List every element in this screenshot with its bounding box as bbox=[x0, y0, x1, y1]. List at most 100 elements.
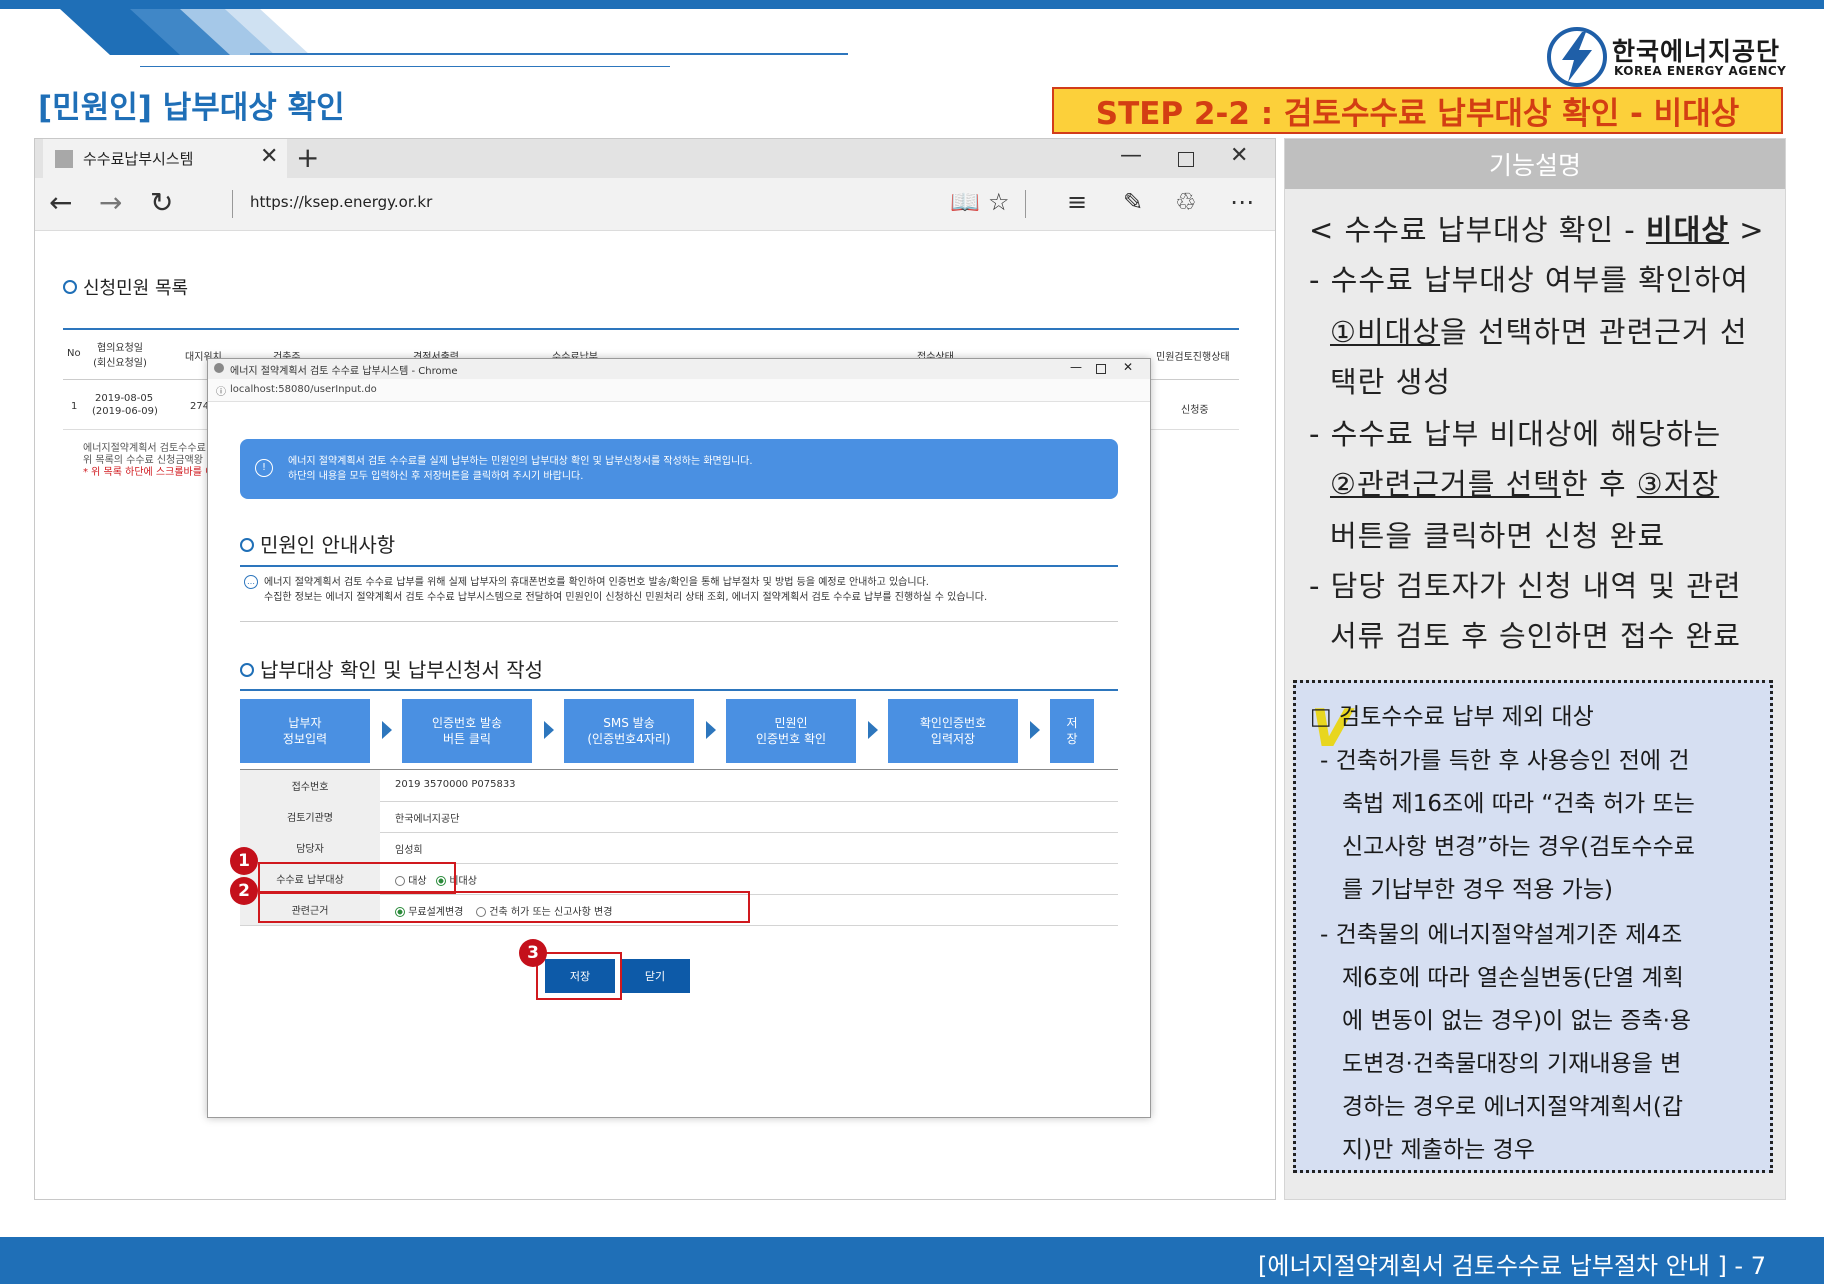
notice-line-2: 하단의 내용을 모두 입력하신 후 저장버튼을 클릭하여 주시기 바랍니다. bbox=[288, 471, 584, 482]
step-4: 민원인인증번호 확인 bbox=[726, 699, 856, 763]
col-header-progress: 민원검토진행상태 bbox=[1156, 352, 1230, 363]
section-form-title: 납부대상 확인 및 납부신청서 작성 bbox=[240, 654, 543, 683]
step-2: 인증번호 발송 버튼 클릭 bbox=[402, 699, 532, 763]
step-arrow-icon bbox=[382, 721, 392, 739]
tab-bar: 수수료납부시스템 ✕ + — ✕ bbox=[35, 139, 1275, 178]
list-note-3: * 위 목록 하단에 스크롤바를 이 bbox=[83, 467, 215, 478]
notice-text: 에너지 절약계획서 검토 수수료를 실제 납부하는 민원인의 납부대상 확인 및… bbox=[288, 454, 753, 484]
field-value: 한국에너지공단 bbox=[395, 814, 460, 825]
panel-line-9: 서류 검토 후 승인하면 접수 완료 bbox=[1330, 619, 1741, 653]
guide-icon: … bbox=[244, 575, 258, 589]
exclusion-line-2: 축법 제16조에 따라 “건축 허가 또는 bbox=[1342, 791, 1695, 817]
field-label: 검토기관명 bbox=[240, 801, 380, 832]
step-label: STEP 2-2 : 검토수수료 납부대상 확인 - 비대상 bbox=[1095, 96, 1740, 132]
hub-icon[interactable]: ≡ bbox=[1067, 188, 1087, 216]
favorite-star-icon[interactable]: ☆ bbox=[988, 188, 1010, 216]
panel-line-1-pre: < 수수료 납부대상 확인 - bbox=[1309, 213, 1646, 247]
page-title: [민원인] 납부대상 확인 bbox=[38, 90, 345, 126]
description-panel: 기능설명 < 수수료 납부대상 확인 - 비대상 > - 수수료 납부대상 여부… bbox=[1285, 139, 1785, 1199]
panel-line-1-post: > bbox=[1729, 213, 1765, 247]
web-note-icon[interactable]: ✎ bbox=[1123, 188, 1143, 216]
step-4-l1: 민원인 bbox=[774, 716, 808, 730]
exclusion-line-8: 도변경·건축물대장의 기재내용을 변 bbox=[1342, 1051, 1682, 1077]
step-3-l2: (인증번호4자리) bbox=[587, 732, 671, 746]
favicon-icon bbox=[55, 150, 73, 168]
share-icon[interactable]: ♲ bbox=[1175, 188, 1197, 216]
step-2-l1: 인증번호 발송 bbox=[431, 716, 503, 730]
step-arrow-icon bbox=[868, 721, 878, 739]
step-5-l2: 입력저장 bbox=[930, 732, 976, 746]
reading-view-icon[interactable]: 📖 bbox=[950, 188, 980, 216]
marker-1: 1 bbox=[230, 847, 258, 875]
step-5-l1: 확인인증번호 bbox=[919, 716, 987, 730]
step-6-l2: 장 bbox=[1066, 732, 1078, 746]
browser-tab[interactable]: 수수료납부시스템 ✕ bbox=[43, 139, 287, 178]
step-6: 저장 bbox=[1050, 699, 1094, 763]
exclusion-line-6: 제6호에 따라 열손실변동(단열 계획 bbox=[1342, 965, 1684, 991]
section-form-text: 납부대상 확인 및 납부신청서 작성 bbox=[260, 658, 544, 682]
popup-window: 에너지 절약계획서 검토 수수료 납부시스템 - Chrome — ✕ ⓘ lo… bbox=[207, 358, 1151, 1118]
footer-bar: [에너지절약계획서 검토수수료 납부절차 안내 ] - 7 bbox=[0, 1237, 1824, 1284]
popup-addressbar: ⓘ localhost:58080/userInput.do bbox=[208, 379, 1150, 402]
field-label: 담당자 bbox=[240, 832, 380, 863]
step-arrow-icon bbox=[1030, 721, 1040, 739]
notice-icon: ! bbox=[255, 459, 273, 477]
panel-line-4: 택란 생성 bbox=[1330, 365, 1451, 399]
highlight-3 bbox=[536, 952, 622, 1000]
info-icon: ⓘ bbox=[216, 387, 226, 398]
header-decoration bbox=[60, 9, 310, 55]
panel-line-1: < 수수료 납부대상 확인 - 비대상 > bbox=[1309, 207, 1765, 249]
panel-line-2: - 수수료 납부대상 여부를 확인하여 bbox=[1309, 263, 1749, 297]
col-header-no: No bbox=[67, 348, 81, 359]
highlight-2 bbox=[258, 891, 750, 923]
footer-text: [에너지절약계획서 검토수수료 납부절차 안내 ] - 7 bbox=[1258, 1252, 1766, 1280]
header-rule-thin bbox=[140, 66, 670, 67]
field-manager: 담당자 임성희 bbox=[240, 832, 1118, 864]
section-form-rule bbox=[240, 689, 1118, 691]
field-agency: 검토기관명 한국에너지공단 bbox=[240, 801, 1118, 833]
step-6-l1: 저 bbox=[1066, 716, 1078, 730]
step-5: 확인인증번호입력저장 bbox=[888, 699, 1018, 763]
exclusion-line-1: - 건축허가를 득한 후 사용승인 전에 건 bbox=[1320, 748, 1690, 774]
exclusion-box: V □ 검토수수료 납부 제외 대상 - 건축허가를 득한 후 사용승인 전에 … bbox=[1293, 680, 1773, 1173]
popup-close-icon[interactable]: ✕ bbox=[1123, 360, 1133, 374]
popup-url: localhost:58080/userInput.do bbox=[230, 384, 377, 395]
back-icon[interactable]: ← bbox=[49, 186, 72, 219]
field-value: 임성희 bbox=[395, 845, 423, 856]
header-rule bbox=[250, 53, 848, 55]
field-label: 접수번호 bbox=[240, 770, 380, 801]
url-field[interactable]: https://ksep.energy.or.kr bbox=[250, 193, 432, 211]
new-tab-icon[interactable]: + bbox=[296, 141, 319, 174]
refresh-icon[interactable]: ↻ bbox=[150, 186, 173, 219]
logo-text-korean: 한국에너지공단 bbox=[1612, 37, 1781, 66]
window-close-icon[interactable]: ✕ bbox=[1230, 143, 1248, 168]
panel-heading-text: 기능설명 bbox=[1488, 151, 1581, 180]
address-bar: ← → ↻ https://ksep.energy.or.kr 📖 ☆ ≡ ✎ … bbox=[35, 178, 1275, 231]
kea-logo-icon bbox=[1547, 27, 1607, 87]
panel-heading: 기능설명 bbox=[1285, 139, 1785, 189]
minimize-icon[interactable]: — bbox=[1120, 143, 1142, 168]
step-1-l1: 납부자 bbox=[288, 716, 322, 730]
forward-icon[interactable]: → bbox=[99, 186, 122, 219]
exclusion-line-9: 경하는 경우로 에너지절약계획서(갑 bbox=[1342, 1094, 1683, 1120]
close-button[interactable]: 닫기 bbox=[620, 959, 690, 993]
more-icon[interactable]: ⋯ bbox=[1230, 188, 1254, 216]
notice-banner: ! 에너지 절약계획서 검토 수수료를 실제 납부하는 민원인의 납부대상 확인… bbox=[240, 439, 1118, 499]
step-banner: STEP 2-2 : 검토수수료 납부대상 확인 - 비대상 bbox=[1052, 87, 1783, 134]
tab-close-icon[interactable]: ✕ bbox=[260, 144, 278, 169]
step-4-l2: 인증번호 확인 bbox=[755, 732, 827, 746]
exclusion-line-10: 지)만 제출하는 경우 bbox=[1342, 1137, 1535, 1163]
popup-maximize-icon[interactable] bbox=[1096, 364, 1106, 374]
panel-line-3: ①비대상을 선택하면 관련근거 선 bbox=[1330, 309, 1748, 351]
panel-term-save: ③저장 bbox=[1636, 467, 1720, 501]
exclusion-title: □ 검토수수료 납부 제외 대상 bbox=[1310, 704, 1594, 730]
popup-minimize-icon[interactable]: — bbox=[1070, 360, 1082, 374]
url-separator bbox=[232, 190, 233, 218]
panel-line-8: - 담당 검토자가 신청 내역 및 관련 bbox=[1309, 569, 1742, 603]
row-status: 신청중 bbox=[1181, 405, 1209, 416]
tab-title: 수수료납부시스템 bbox=[83, 150, 194, 168]
exclusion-line-3: 신고사항 변경”하는 경우(검토수수료 bbox=[1342, 834, 1695, 860]
guide-text: 에너지 절약계획서 검토 수수료 납부를 위해 실제 납부자의 휴대폰번호를 확… bbox=[264, 575, 987, 605]
maximize-icon[interactable] bbox=[1178, 152, 1194, 167]
step-arrow-icon bbox=[706, 721, 716, 739]
